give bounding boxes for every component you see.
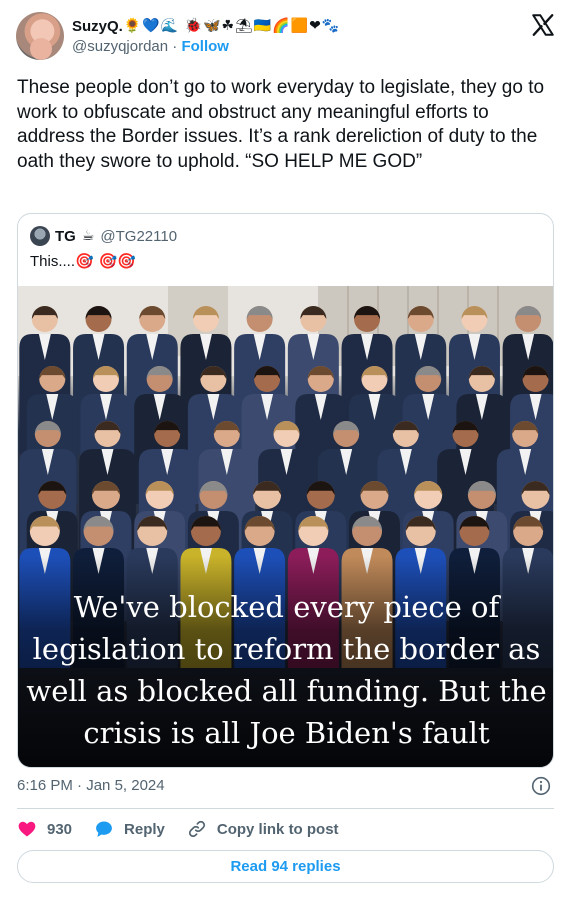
like-count: 930 [47,820,73,838]
tweet-time: 6:16 PM [17,777,73,794]
tweet-card: SuzyQ. 🌻💙🌊 🐞🦋☘⛱🇺🇦🌈🟧❤🐾 @suzyqjordan · Fol… [0,0,571,900]
action-bar: 930 Reply Copy link to post [17,818,361,840]
read-replies-button[interactable]: Read 94 replies [17,850,554,883]
caption-line: We've blocked every piece of [73,590,500,624]
divider [17,808,554,809]
tweet-date: Jan 5, 2024 [86,777,165,794]
reply-bubble-icon [96,821,112,837]
author-display-name[interactable]: SuzyQ. [72,18,123,35]
tweet-header: SuzyQ. 🌻💙🌊 🐞🦋☘⛱🇺🇦🌈🟧❤🐾 @suzyqjordan · Fol… [16,12,556,64]
quoted-header: TG ☕ @TG22110 [30,226,177,246]
author-handle[interactable]: @suzyqjordan [72,38,168,55]
heart-icon [18,821,36,837]
like-button[interactable]: 930 [17,819,72,839]
author-handle-row: @suzyqjordan · Follow [72,38,229,55]
quoted-tweet[interactable]: TG ☕ @TG22110 This....🎯 🎯🎯 We've blocked… [17,213,554,768]
follow-button[interactable]: Follow [181,38,229,55]
quoted-avatar [30,226,50,246]
link-icon [188,820,205,838]
quoted-handle: @TG22110 [100,227,178,245]
reply-label: Reply [124,820,165,838]
timestamp-separator: · [77,777,83,794]
quoted-photo[interactable]: We've blocked every piece of legislation… [18,286,553,767]
caption-line: well as blocked all funding. But the [26,674,547,708]
x-logo-icon[interactable] [530,12,556,38]
tweet-timestamp[interactable]: 6:16 PM · Jan 5, 2024 [17,777,165,794]
tweet-text: These people don’t go to work everyday t… [17,77,545,172]
author-name-emojis: 🌻💙🌊 🐞🦋☘⛱🇺🇦🌈🟧❤🐾 [123,18,341,34]
caption-line: legislation to reform the border as [32,632,541,666]
reply-button[interactable]: Reply [94,819,165,839]
quoted-display-name: TG [55,227,76,245]
author-avatar[interactable] [16,12,64,60]
quoted-text-emojis: 🎯 🎯🎯 [75,252,136,270]
info-icon[interactable] [531,776,551,796]
copy-link-button[interactable]: Copy link to post [187,819,339,839]
author-name-row: SuzyQ. 🌻💙🌊 🐞🦋☘⛱🇺🇦🌈🟧❤🐾 [72,16,340,36]
quoted-text-row: This....🎯 🎯🎯 [30,252,136,270]
copy-link-label: Copy link to post [216,820,339,838]
handle-separator: · [172,38,178,55]
photo-caption: We've blocked every piece of legislation… [18,586,553,754]
caption-line: crisis is all Joe Biden's fault [83,716,490,750]
quoted-name-emoji: ☕ [81,228,95,244]
quoted-text: This.... [30,253,76,270]
